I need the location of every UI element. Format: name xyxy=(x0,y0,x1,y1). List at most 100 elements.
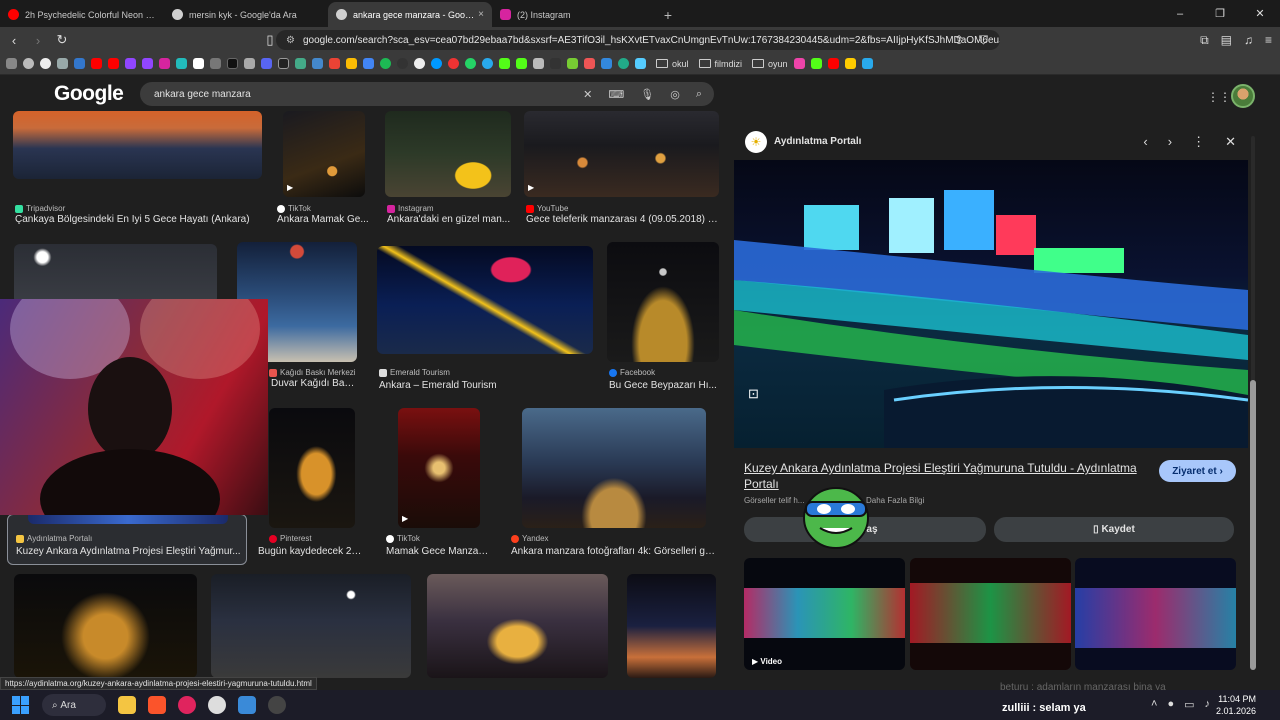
result-title[interactable]: Ankara manzara fotoğrafları 4k: Görselle… xyxy=(511,546,718,557)
bookmark-icon[interactable] xyxy=(363,58,374,69)
kick-bookmark-icon[interactable] xyxy=(810,58,822,69)
discord-bookmark-icon[interactable] xyxy=(261,58,272,69)
search-icon[interactable]: ⌕ xyxy=(696,88,702,101)
bookmark-icon[interactable] xyxy=(601,58,612,69)
result-card[interactable] xyxy=(14,244,217,304)
taskbar-search[interactable]: ⌕ Ara xyxy=(42,694,106,716)
result-card[interactable]: ▶ TikTok Ankara Mamak Ge... xyxy=(277,111,369,225)
panel-site-name[interactable]: Aydınlatma Portalı xyxy=(774,136,861,147)
github-bookmark-icon[interactable] xyxy=(414,58,425,69)
result-title[interactable]: Kuzey Ankara Aydınlatma Projesi Eleştiri… xyxy=(16,546,244,557)
whatsapp-bookmark-icon[interactable] xyxy=(465,58,476,69)
more-icon[interactable]: ⋮ xyxy=(1192,134,1205,150)
result-image[interactable] xyxy=(627,574,716,678)
google-logo[interactable]: Google xyxy=(54,82,124,106)
result-image[interactable] xyxy=(14,574,197,678)
result-card[interactable]: Facebook Bu Gece Beypazarı Hı... xyxy=(607,242,719,392)
result-card[interactable]: Yandex Ankara manzara fotoğrafları 4k: G… xyxy=(511,408,718,566)
preview-image[interactable] xyxy=(734,160,1248,448)
bookmark-icon[interactable] xyxy=(584,58,595,69)
result-card[interactable] xyxy=(627,574,716,678)
next-icon[interactable]: › xyxy=(1168,134,1172,150)
photos-icon[interactable] xyxy=(238,696,256,714)
result-title[interactable]: Duvar Kağıdı Bas... xyxy=(271,378,357,389)
result-title[interactable]: Mamak Gece Manzara... xyxy=(386,546,490,557)
bookmark-icon[interactable] xyxy=(57,58,68,69)
bookmark-icon[interactable] xyxy=(861,58,873,69)
related-thumbnail[interactable]: ▶ Video xyxy=(744,558,905,670)
folder-filmdizi[interactable]: filmdizi xyxy=(698,59,742,69)
more-info-link[interactable]: Daha Fazla Bilgi xyxy=(866,496,924,505)
star-bookmark-icon[interactable] xyxy=(844,58,856,69)
forward-icon[interactable]: › xyxy=(28,33,48,48)
mic-icon[interactable]: 🎙︎ xyxy=(640,88,654,101)
result-card[interactable]: Tripadvisor Çankaya Bölgesindeki En İyi … xyxy=(13,111,262,225)
result-image[interactable] xyxy=(427,574,608,678)
extensions-icon[interactable]: ⧉ xyxy=(1200,33,1209,48)
keyboard-icon[interactable]: ⌨ xyxy=(608,88,624,101)
bookmark-icon[interactable] xyxy=(312,58,323,69)
tab-youtube[interactable]: 2h Psychedelic Colorful Neon Backgr xyxy=(0,2,164,27)
bookmark-icon[interactable] xyxy=(431,58,442,69)
clear-icon[interactable]: ✕ xyxy=(583,88,592,101)
bookmark-icon[interactable] xyxy=(295,58,306,69)
drive-bookmark-icon[interactable] xyxy=(346,58,357,69)
prev-icon[interactable]: ‹ xyxy=(1143,134,1147,150)
site-info-icon[interactable]: ⚙ xyxy=(286,35,295,46)
close-window-button[interactable]: ✕ xyxy=(1240,0,1280,27)
result-image[interactable] xyxy=(211,574,411,678)
bookmark-icon[interactable] xyxy=(74,58,85,69)
result-card[interactable] xyxy=(14,574,197,678)
result-card[interactable] xyxy=(427,574,608,678)
reload-icon[interactable]: ↻ xyxy=(52,32,72,48)
related-thumbnail[interactable] xyxy=(910,558,1071,670)
result-image[interactable] xyxy=(269,408,355,528)
network-icon[interactable]: ▭ xyxy=(1184,698,1194,711)
result-image[interactable] xyxy=(14,244,217,304)
result-image[interactable] xyxy=(377,246,593,354)
media-player-icon[interactable] xyxy=(178,696,196,714)
windows-start-icon[interactable] xyxy=(12,696,30,714)
avatar[interactable] xyxy=(1231,84,1255,108)
tab-google-ankara[interactable]: ankara gece manzara - Google'da × xyxy=(328,2,492,27)
youtube-bookmark-icon[interactable] xyxy=(91,58,102,69)
close-tab-icon[interactable]: × xyxy=(478,9,484,20)
bookmark-icon[interactable] xyxy=(567,58,578,69)
result-title[interactable]: Ankara'daki en güzel man... xyxy=(387,214,511,225)
brave-shield-icon[interactable]: ⛉ xyxy=(979,33,988,48)
google-bookmark-icon[interactable] xyxy=(40,58,51,69)
result-card[interactable]: Emerald Tourism Ankara – Emerald Tourism xyxy=(377,246,593,392)
lens-icon[interactable]: ◎ xyxy=(670,88,680,101)
search-input[interactable]: ankara gece manzara xyxy=(154,89,251,100)
chevron-up-icon[interactable]: ˄ xyxy=(1151,698,1157,711)
result-image[interactable]: ▶ xyxy=(524,111,719,197)
result-image[interactable] xyxy=(385,111,511,197)
folder-okul[interactable]: okul xyxy=(656,59,689,69)
bookmark-icon[interactable] xyxy=(550,58,561,69)
result-title[interactable]: Ankara Mamak Ge... xyxy=(277,214,372,225)
save-button[interactable]: ▯ Kaydet xyxy=(994,517,1234,542)
twitch-bookmark-icon[interactable] xyxy=(142,58,153,69)
youtube-bookmark-icon[interactable] xyxy=(108,58,119,69)
visit-button[interactable]: Ziyaret et › xyxy=(1159,460,1236,482)
panel-scrollbar[interactable] xyxy=(1249,128,1257,676)
result-image[interactable]: ▶ xyxy=(283,111,365,197)
telegram-bookmark-icon[interactable] xyxy=(482,58,493,69)
bookmark-icon[interactable] xyxy=(635,58,646,69)
bookmark-icon[interactable] xyxy=(210,58,221,69)
bookmark-icon[interactable] xyxy=(278,58,289,69)
result-image[interactable]: ▶ xyxy=(398,408,480,528)
close-icon[interactable]: ✕ xyxy=(1225,134,1236,150)
clock[interactable]: 11:04 PM 2.01.2026 xyxy=(1216,693,1256,717)
file-explorer-icon[interactable] xyxy=(118,696,136,714)
bookmark-icon[interactable] xyxy=(618,58,629,69)
maximize-button[interactable]: ❐ xyxy=(1200,0,1240,27)
sidebar-icon[interactable]: ▤ xyxy=(1221,33,1232,47)
result-card[interactable]: Pinterest Bugün kaydedecek 22 ... xyxy=(258,408,366,566)
result-card[interactable]: Instagram Ankara'daki en güzel man... xyxy=(385,111,511,225)
kick-bookmark-icon[interactable] xyxy=(516,58,527,69)
scrollbar-thumb[interactable] xyxy=(1250,380,1256,670)
instagram-bookmark-icon[interactable] xyxy=(159,58,170,69)
bookmark-icon[interactable] xyxy=(448,58,459,69)
obs-icon[interactable] xyxy=(268,696,286,714)
